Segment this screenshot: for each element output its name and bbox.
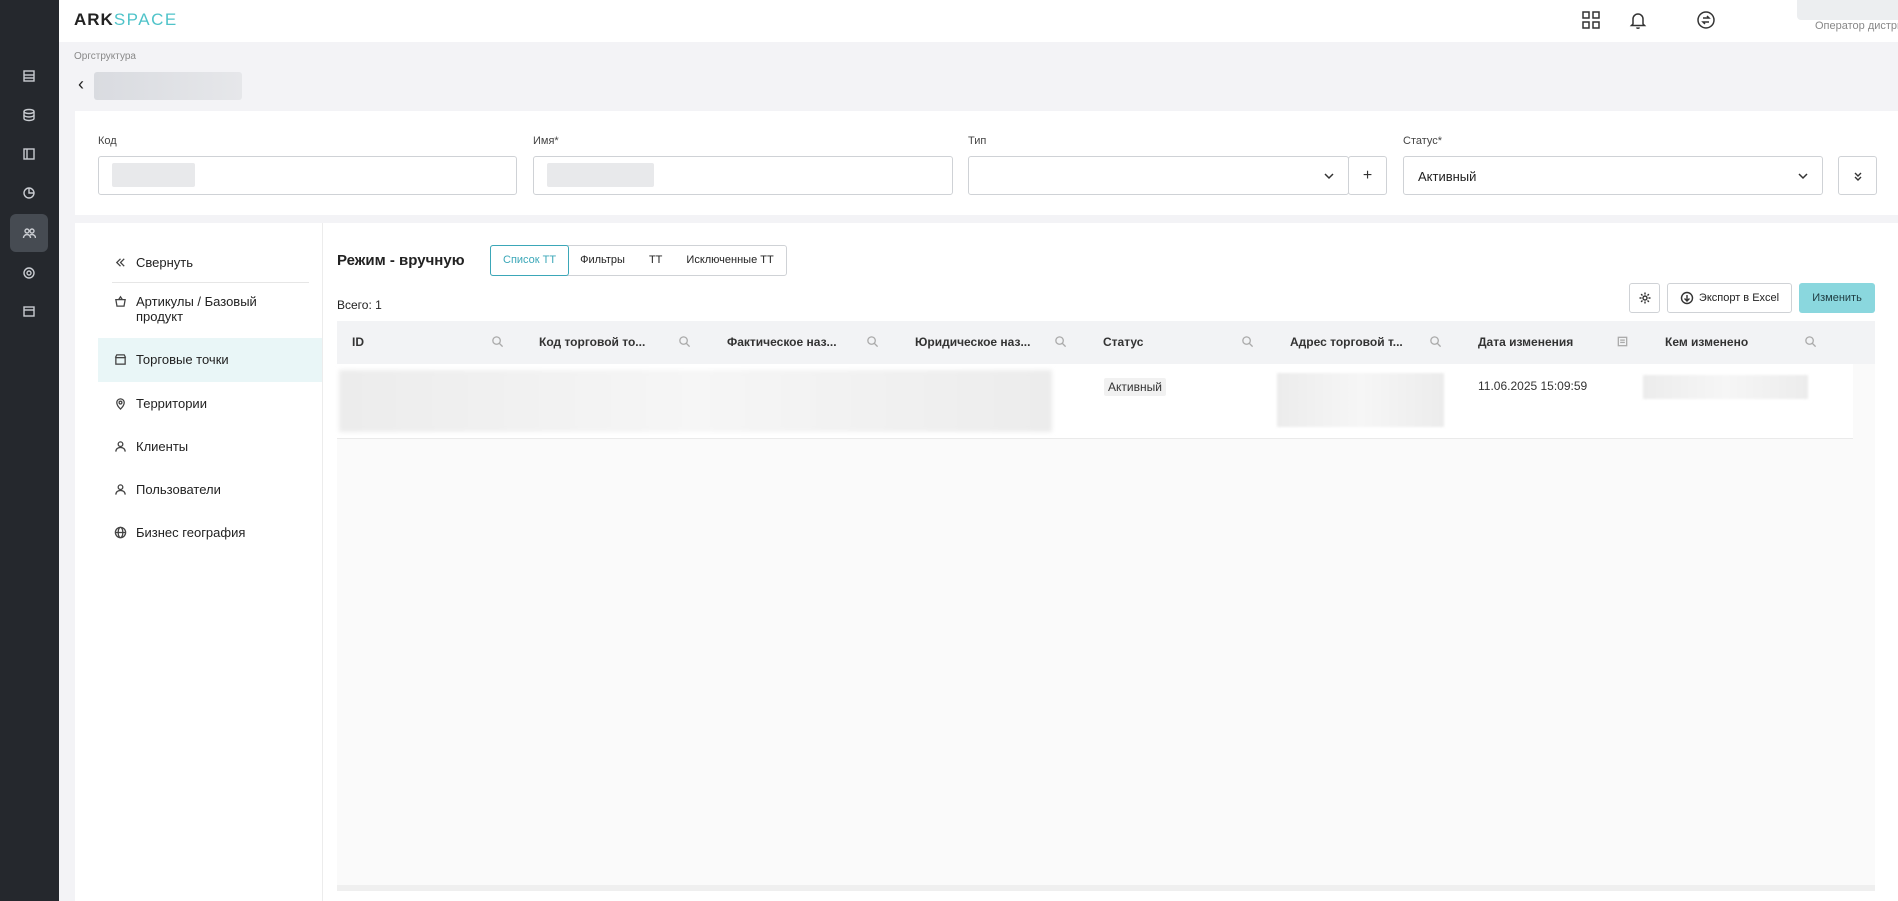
status-value: Активный (1418, 169, 1477, 184)
horizontal-scrollbar[interactable] (337, 885, 1875, 891)
search-icon[interactable] (678, 335, 692, 349)
top-bar: ARKSPACE Оператор дистрибу... ⌄ (59, 0, 1898, 42)
sidebar-item-label: Территории (136, 396, 207, 411)
section-nav: Свернуть Артикулы / Базовый продукт Торг… (98, 246, 323, 554)
calendar-filter-icon[interactable] (1616, 335, 1630, 349)
double-chevron-down-icon (1854, 172, 1861, 181)
blurred-modified-by (1643, 375, 1808, 399)
sidebar-item-clients[interactable]: Клиенты (98, 425, 323, 468)
rail-documents-icon[interactable] (10, 57, 48, 95)
sidebar-item-articles[interactable]: Артикулы / Базовый продукт (98, 283, 323, 338)
sidebar-item-territories[interactable]: Территории (98, 382, 323, 425)
collapse-button[interactable]: Свернуть (98, 246, 323, 282)
store-icon (114, 353, 128, 367)
blurred-address (1277, 373, 1444, 427)
left-rail (0, 0, 59, 901)
status-badge: Активный (1104, 378, 1166, 396)
chevron-down-icon (1322, 169, 1336, 183)
chevron-down-icon (1796, 169, 1810, 183)
basket-icon (114, 295, 128, 309)
header-form: Код Имя* Тип + Статус* Активный (75, 111, 1898, 215)
outlets-table: ID Код торговой то... Фактическое наз...… (337, 321, 1875, 891)
column-header-status[interactable]: Статус (1103, 321, 1143, 364)
name-label: Имя* (533, 135, 559, 147)
mode-title: Режим - вручную (337, 252, 465, 269)
status-label: Статус* (1403, 135, 1443, 147)
sidebar-item-label: Пользователи (136, 482, 221, 497)
user-role: Оператор дистрибу... (1815, 20, 1898, 32)
sidebar-item-label: Артикулы / Базовый продукт (136, 294, 257, 324)
breadcrumb[interactable]: Оргструктура (74, 51, 136, 62)
column-header-address[interactable]: Адрес торговой т... (1290, 321, 1403, 364)
sync-icon[interactable] (1695, 9, 1717, 31)
rail-book-icon[interactable] (10, 135, 48, 173)
tab-group: Список ТТ Фильтры ТТ Исключенные ТТ (490, 245, 787, 276)
modified-date: 11.06.2025 15:09:59 (1478, 379, 1588, 393)
code-field[interactable] (98, 156, 517, 195)
sidebar-item-label: Бизнес география (136, 525, 246, 540)
rail-users-icon[interactable] (10, 214, 48, 252)
table-row[interactable]: Активный 11.06.2025 15:09:59 (337, 364, 1853, 439)
sidebar-item-users[interactable]: Пользователи (98, 468, 323, 511)
type-select[interactable] (968, 156, 1349, 195)
double-chevron-left-icon (114, 256, 128, 270)
collapse-label: Свернуть (136, 255, 194, 270)
globe-icon (114, 526, 128, 540)
rail-chart-icon[interactable] (10, 174, 48, 212)
tab-filters[interactable]: Фильтры (568, 246, 637, 275)
add-type-button[interactable]: + (1348, 156, 1387, 195)
rail-settings-icon[interactable] (10, 254, 48, 292)
tab-excluded-outlets[interactable]: Исключенные ТТ (674, 246, 785, 275)
main-panel: Свернуть Артикулы / Базовый продукт Торг… (75, 223, 1898, 901)
export-excel-button[interactable]: Экспорт в Excel (1667, 283, 1792, 313)
download-icon (1680, 291, 1694, 305)
status-select[interactable]: Активный (1403, 156, 1823, 195)
bell-icon[interactable] (1627, 9, 1649, 31)
type-label: Тип (968, 135, 987, 147)
back-arrow-icon[interactable]: ‹ (78, 74, 84, 95)
search-icon[interactable] (1804, 335, 1818, 349)
sidebar-item-outlets[interactable]: Торговые точки (98, 338, 323, 382)
search-icon[interactable] (866, 335, 880, 349)
column-header-modified-date[interactable]: Дата изменения (1478, 321, 1573, 364)
app-logo[interactable]: ARKSPACE (74, 10, 178, 30)
tab-outlet-list[interactable]: Список ТТ (490, 245, 570, 276)
column-header-outlet-code[interactable]: Код торговой то... (539, 321, 645, 364)
person-icon (114, 440, 128, 454)
sidebar-item-business-geography[interactable]: Бизнес география (98, 511, 323, 554)
column-header-actual-name[interactable]: Фактическое наз... (727, 321, 837, 364)
export-label: Экспорт в Excel (1698, 292, 1780, 304)
code-label: Код (98, 135, 117, 147)
location-pin-icon (114, 397, 128, 411)
vertical-divider (322, 223, 323, 901)
search-icon[interactable] (1054, 335, 1068, 349)
sidebar-item-label: Торговые точки (136, 352, 229, 367)
person-icon (114, 483, 128, 497)
rail-calendar-icon[interactable] (10, 292, 48, 330)
column-header-legal-name[interactable]: Юридическое наз... (915, 321, 1030, 364)
edit-button[interactable]: Изменить (1799, 283, 1875, 313)
user-name[interactable] (1797, 0, 1898, 20)
table-header: ID Код торговой то... Фактическое наз...… (337, 321, 1875, 364)
tab-outlets[interactable]: ТТ (637, 246, 674, 275)
total-count: Всего: 1 (337, 298, 382, 312)
column-header-id[interactable]: ID (352, 321, 364, 364)
blurred-cells (339, 370, 1052, 432)
search-icon[interactable] (1429, 335, 1443, 349)
sidebar-item-label: Клиенты (136, 439, 189, 454)
search-icon[interactable] (491, 335, 505, 349)
column-header-modified-by[interactable]: Кем изменено (1665, 321, 1748, 364)
table-settings-button[interactable] (1629, 283, 1660, 313)
page-title (94, 72, 242, 100)
expand-form-button[interactable] (1838, 156, 1877, 195)
name-field[interactable] (533, 156, 953, 195)
gear-icon (1639, 292, 1650, 304)
search-icon[interactable] (1241, 335, 1255, 349)
rail-database-icon[interactable] (10, 96, 48, 134)
apps-grid-icon[interactable] (1580, 9, 1602, 31)
